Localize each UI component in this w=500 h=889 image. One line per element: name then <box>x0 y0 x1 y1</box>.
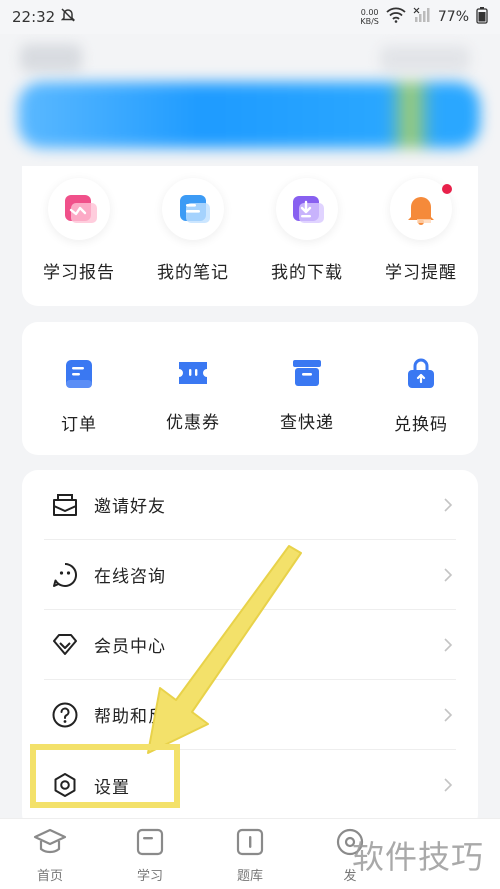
learning-report-label: 学习报告 <box>43 263 115 283</box>
watermark: 软件技巧 <box>352 838 485 876</box>
member-center-row[interactable]: 会员中心 <box>44 610 456 680</box>
nav-study-label: 学习 <box>136 869 163 884</box>
vip-banner[interactable] <box>18 82 480 148</box>
avatar[interactable] <box>20 44 82 72</box>
coupons-label: 优惠券 <box>166 413 220 433</box>
chevron-right-icon <box>440 707 456 723</box>
chevron-right-icon <box>440 777 456 793</box>
orders-label: 订单 <box>61 415 97 435</box>
nav-question-bank-label: 题库 <box>236 869 263 884</box>
invite-icon <box>50 490 80 520</box>
my-downloads-label: 我的下载 <box>271 263 343 283</box>
orders-entry[interactable]: 订单 <box>22 322 136 455</box>
notification-badge <box>442 184 452 194</box>
silent-bell-icon <box>60 7 76 27</box>
learning-tools-card: 学习报告 我的笔记 我的下载 学习提醒 <box>22 166 478 306</box>
notes-icon <box>162 178 224 240</box>
redeem-code-icon <box>406 358 436 394</box>
nav-question-bank[interactable]: 题库 <box>200 819 300 889</box>
nav-study[interactable]: 学习 <box>100 819 200 889</box>
online-consult-label: 在线咨询 <box>94 567 166 587</box>
online-consult-row[interactable]: 在线咨询 <box>44 540 456 610</box>
wifi-icon <box>386 7 406 27</box>
graduation-cap-icon <box>33 827 67 861</box>
my-downloads-entry[interactable]: 我的下载 <box>250 166 364 306</box>
my-notes-entry[interactable]: 我的笔记 <box>136 166 250 306</box>
report-icon <box>48 178 110 240</box>
help-icon <box>50 700 80 730</box>
profile-header <box>0 34 500 164</box>
header-actions[interactable] <box>380 46 470 72</box>
help-feedback-row[interactable]: 帮助和反馈 <box>44 680 456 750</box>
download-icon <box>276 178 338 240</box>
delivery-icon <box>291 358 323 392</box>
track-delivery-entry[interactable]: 查快递 <box>250 322 364 455</box>
nav-home-label: 首页 <box>36 869 63 884</box>
invite-friends-row[interactable]: 邀请好友 <box>44 470 456 540</box>
invite-friends-label: 邀请好友 <box>94 497 166 517</box>
study-reminder-label: 学习提醒 <box>385 263 457 283</box>
order-tools-card: 订单 优惠券 查快递 兑换码 <box>22 322 478 455</box>
chevron-right-icon <box>440 497 456 513</box>
status-bar: 22:32 0.00 KB/S 77% <box>0 0 500 34</box>
net-speed: 0.00 KB/S <box>360 8 379 26</box>
question-bank-icon <box>235 827 265 861</box>
battery-icon <box>476 6 488 28</box>
nav-home[interactable]: 首页 <box>0 819 100 889</box>
study-reminder-entry[interactable]: 学习提醒 <box>364 166 478 306</box>
my-notes-label: 我的笔记 <box>157 263 229 283</box>
order-icon <box>64 358 94 394</box>
clock: 22:32 <box>12 8 56 26</box>
redeem-code-entry[interactable]: 兑换码 <box>364 322 478 455</box>
battery-level: 77% <box>437 9 469 25</box>
help-feedback-label: 帮助和反馈 <box>94 707 184 727</box>
coupons-entry[interactable]: 优惠券 <box>136 322 250 455</box>
diamond-icon <box>50 630 80 660</box>
member-center-label: 会员中心 <box>94 637 166 657</box>
chevron-right-icon <box>440 567 456 583</box>
redeem-code-label: 兑换码 <box>394 415 448 435</box>
signal-icon <box>413 7 431 27</box>
settings-highlight-box <box>30 744 180 808</box>
coupon-icon <box>177 358 209 392</box>
track-delivery-label: 查快递 <box>280 413 334 433</box>
study-icon <box>135 827 165 861</box>
chat-face-icon <box>50 560 80 590</box>
learning-report-entry[interactable]: 学习报告 <box>22 166 136 306</box>
chevron-right-icon <box>440 637 456 653</box>
